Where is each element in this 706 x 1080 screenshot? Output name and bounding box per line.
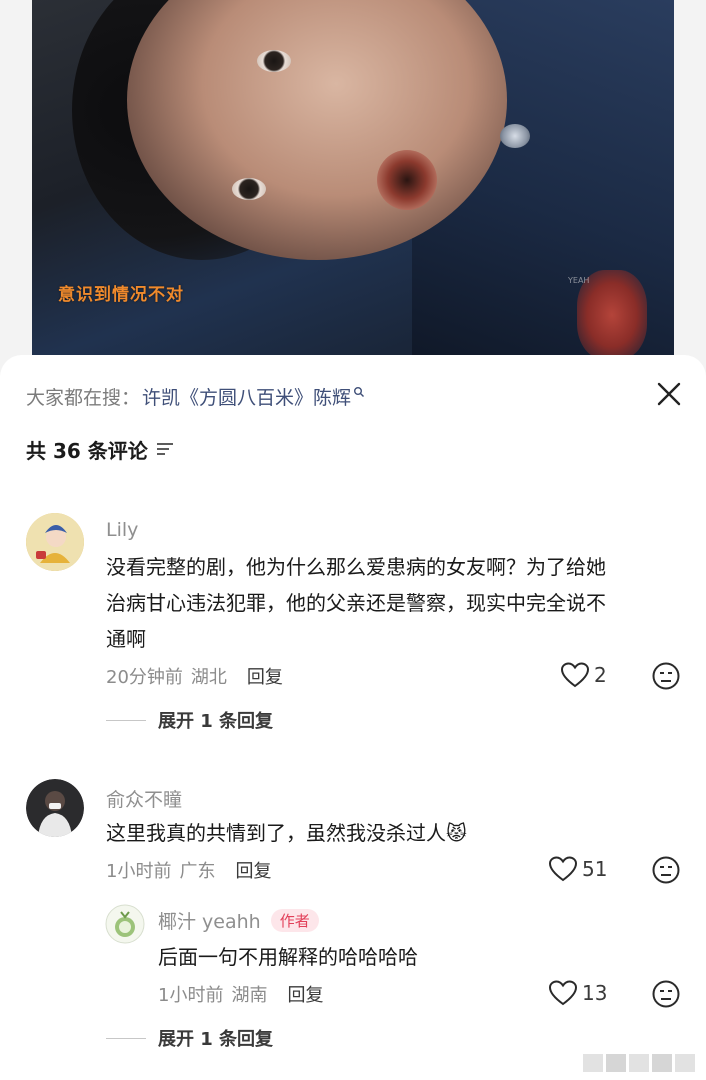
heart-icon	[548, 980, 578, 1006]
video-watermark: YEAH	[568, 276, 590, 285]
avatar[interactable]	[105, 904, 145, 944]
avatar[interactable]	[26, 513, 84, 571]
like-button[interactable]: 51	[548, 855, 607, 883]
expand-replies-button[interactable]: 展开 1 条回复	[106, 1025, 273, 1051]
comment-text-line: 没看完整的剧，他为什么那么爱患病的女友啊？为了给她	[106, 555, 606, 579]
reply-location: 湖南	[231, 985, 268, 1006]
video-mouth	[377, 150, 437, 210]
comment-count-label: 共 36 条评论	[26, 439, 148, 463]
watermark-blocks	[583, 1054, 695, 1072]
heart-icon	[560, 662, 590, 688]
comment-location: 广东	[179, 861, 216, 882]
comment-location: 湖北	[190, 667, 227, 688]
reply-meta: 1小时前 湖南 回复	[158, 981, 323, 1007]
like-button[interactable]: 2	[560, 661, 607, 689]
expand-divider	[106, 1037, 146, 1039]
comment-text-line: 这里我真的共情到了，虽然我没杀过人	[106, 821, 446, 845]
like-count: 13	[582, 981, 608, 1005]
comment-text: 这里我真的共情到了，虽然我没杀过人😾	[106, 815, 467, 851]
comment-sheet: 大家都在搜： 许凯《方圆八百米》陈辉 共 36 条评论 Lily 没看完整的剧，…	[0, 355, 706, 1080]
dislike-icon[interactable]	[651, 661, 681, 691]
video-player[interactable]: 意识到情况不对 YEAH	[0, 0, 706, 380]
heart-icon	[548, 856, 578, 882]
reply-button[interactable]: 回复	[287, 981, 323, 1007]
dislike-icon[interactable]	[651, 855, 681, 885]
comment-text-line: 通啊	[106, 627, 146, 651]
reply-username[interactable]: 椰汁 yeahh	[158, 907, 261, 934]
reply-button[interactable]: 回复	[235, 857, 271, 883]
search-icon[interactable]	[353, 381, 365, 403]
video-jacket-button	[500, 124, 530, 148]
comment-meta: 1小时前 广东 回复	[106, 857, 271, 883]
expand-replies-button[interactable]: 展开 1 条回复	[106, 707, 273, 733]
trending-search-prefix: 大家都在搜：	[26, 387, 141, 409]
reply-author[interactable]: 椰汁 yeahh 作者	[158, 907, 319, 934]
trending-search-query[interactable]: 许凯《方圆八百米》陈辉	[142, 383, 351, 410]
video-frame[interactable]	[32, 0, 674, 370]
video-subtitle: 意识到情况不对	[58, 285, 184, 305]
comment-username[interactable]: Lily	[106, 519, 138, 541]
avatar[interactable]	[26, 779, 84, 837]
video-eye-right	[232, 178, 266, 200]
video-eye-left	[257, 50, 291, 72]
like-count: 51	[582, 857, 608, 881]
dislike-icon[interactable]	[651, 979, 681, 1009]
expand-divider	[106, 719, 146, 721]
comment-username[interactable]: 俞众不瞳	[106, 785, 182, 812]
reply-button[interactable]: 回复	[247, 663, 283, 689]
trending-search[interactable]: 大家都在搜： 许凯《方圆八百米》陈辉	[26, 383, 365, 410]
cat-emoji-icon: 😾	[446, 821, 467, 845]
like-button[interactable]: 13	[548, 979, 607, 1007]
expand-replies-label: 展开 1 条回复	[158, 1029, 274, 1050]
like-count: 2	[594, 663, 607, 687]
comment-text: 没看完整的剧，他为什么那么爱患病的女友啊？为了给她 治病甘心违法犯罪，他的父亲还…	[106, 549, 606, 657]
comment-time: 20分钟前	[106, 667, 183, 688]
reply-time: 1小时前	[158, 985, 224, 1006]
sort-icon[interactable]	[156, 438, 174, 462]
comment-time: 1小时前	[106, 861, 172, 882]
close-icon[interactable]	[654, 379, 684, 409]
comment-count: 共 36 条评论	[26, 435, 174, 464]
reply-text: 后面一句不用解释的哈哈哈哈	[158, 945, 418, 969]
comment-text-line: 治病甘心违法犯罪，他的父亲还是警察，现实中完全说不	[106, 591, 606, 615]
expand-replies-label: 展开 1 条回复	[158, 711, 274, 732]
comment-meta: 20分钟前 湖北 回复	[106, 663, 283, 689]
author-badge: 作者	[270, 909, 319, 932]
